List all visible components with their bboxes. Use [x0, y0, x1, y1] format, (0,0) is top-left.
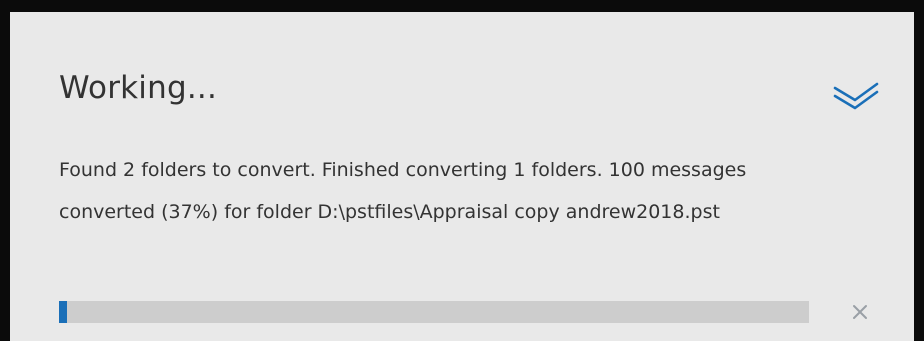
- progress-bar: [59, 301, 809, 323]
- chevron-double-down-icon: [832, 75, 880, 113]
- close-button[interactable]: [846, 298, 874, 326]
- progress-dialog: Working... Found 2 folders to convert. F…: [10, 12, 914, 341]
- status-message: Found 2 folders to convert. Finished con…: [59, 159, 747, 223]
- dialog-title: Working...: [59, 70, 217, 106]
- progress-bar-fill: [59, 301, 67, 323]
- dialog-frame: Working... Found 2 folders to convert. F…: [0, 0, 924, 341]
- collapse-button[interactable]: [832, 75, 880, 113]
- close-icon: [846, 298, 874, 326]
